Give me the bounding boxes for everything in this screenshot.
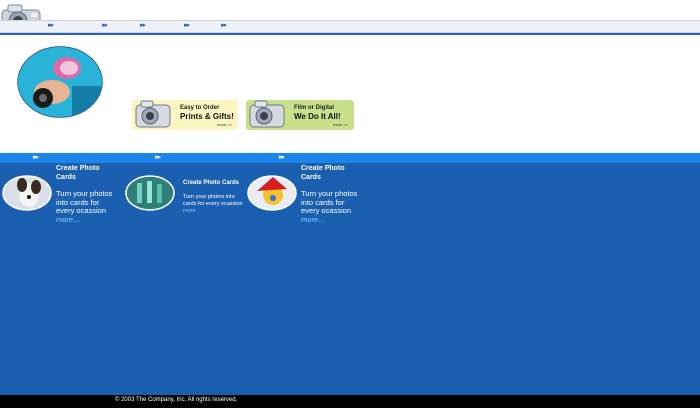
card-text: Turn your photos into cards for every oc… bbox=[183, 194, 243, 207]
promo-prints-gifts[interactable]: Easy to Order Prints & Gifts! more >> bbox=[132, 100, 238, 130]
section-bar: ▸▸ ▸▸ ▸▸ bbox=[0, 153, 700, 163]
promo-line2: We Do It All! bbox=[294, 112, 341, 121]
nav-arrow-icon[interactable]: ▸▸ bbox=[221, 22, 227, 30]
card-more-link[interactable]: more... bbox=[301, 215, 324, 224]
promo-line1: Easy to Order bbox=[180, 105, 220, 111]
promo-more-link[interactable]: more >> bbox=[333, 122, 348, 127]
card-title[interactable]: Create Photo Cards bbox=[183, 179, 253, 188]
section-arrow-icon[interactable]: ▸▸ bbox=[33, 154, 39, 162]
section-arrow-icon[interactable]: ▸▸ bbox=[155, 154, 161, 162]
footer: © 2003 The Company, Inc. All rights rese… bbox=[0, 395, 700, 408]
camera-icon bbox=[249, 100, 285, 128]
card-more-link[interactable]: more... bbox=[56, 215, 79, 224]
card-title[interactable]: Create Photo Cards bbox=[56, 164, 116, 182]
card-photo-glasses[interactable] bbox=[125, 175, 175, 211]
nav-arrow-icon[interactable]: ▸▸ bbox=[140, 22, 146, 30]
section-arrow-icon[interactable]: ▸▸ bbox=[279, 154, 285, 162]
card-body: Turn your photos into cards for every oc… bbox=[301, 189, 363, 224]
diver-photo bbox=[17, 46, 103, 118]
header-area: ▸▸ ▸▸ ▸▸ ▸▸ ▸▸ Easy to Order Prints & Gi… bbox=[0, 0, 700, 153]
card-photo-dog[interactable] bbox=[2, 175, 52, 211]
promo-more-link[interactable]: more >> bbox=[217, 122, 232, 127]
card-more-link[interactable]: more bbox=[183, 208, 196, 214]
promo-line2: Prints & Gifts! bbox=[180, 112, 234, 121]
nav-arrow-icon[interactable]: ▸▸ bbox=[102, 22, 108, 30]
camera-icon bbox=[135, 100, 171, 128]
card-photo-party[interactable] bbox=[247, 175, 297, 211]
nav-divider bbox=[0, 33, 700, 35]
promo-film-digital[interactable]: Film or Digital We Do It All! more >> bbox=[246, 100, 354, 130]
nav-arrow-icon[interactable]: ▸▸ bbox=[48, 22, 54, 30]
copyright-text: © 2003 The Company, Inc. All rights rese… bbox=[115, 397, 238, 403]
card-text: Turn your photos into cards for every oc… bbox=[301, 189, 358, 215]
card-body: Turn your photos into cards for every oc… bbox=[56, 189, 118, 224]
card-body: Turn your photos into cards for every oc… bbox=[183, 194, 245, 215]
nav-arrow-icon[interactable]: ▸▸ bbox=[184, 22, 190, 30]
promo-line1: Film or Digital bbox=[294, 105, 335, 111]
top-nav-bar: ▸▸ ▸▸ ▸▸ ▸▸ ▸▸ bbox=[0, 20, 700, 33]
card-text: Turn your photos into cards for every oc… bbox=[56, 189, 113, 215]
card-title[interactable]: Create Photo Cards bbox=[301, 164, 361, 182]
